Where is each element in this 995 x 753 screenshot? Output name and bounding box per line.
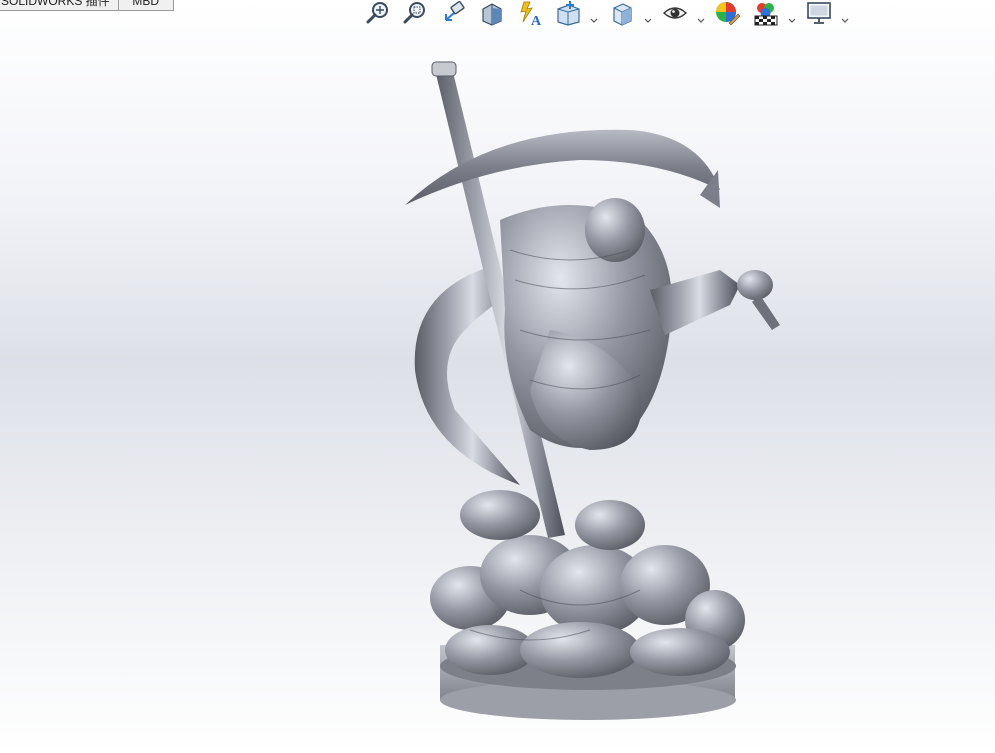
chevron-down-icon (644, 18, 652, 23)
previous-view-icon (445, 0, 465, 21)
chevron-down-icon (841, 18, 849, 23)
previous-view-button[interactable] (441, 0, 469, 26)
section-view-button[interactable] (478, 0, 506, 26)
apply-scene-icon (754, 3, 778, 26)
figure-head (585, 198, 645, 262)
figure-fist (737, 270, 773, 300)
chevron-down-icon (697, 18, 705, 23)
tab-mbd[interactable]: MBD (117, 0, 174, 11)
display-style-dropdown[interactable] (644, 11, 652, 23)
command-manager-tabs: SOLIDWORKS 插件 MBD (0, 0, 174, 12)
view-settings-dropdown[interactable] (841, 11, 849, 23)
staff-cap (431, 61, 457, 77)
svg-text:A: A (531, 14, 542, 26)
apply-scene-button[interactable] (752, 0, 780, 26)
zoom-to-fit-icon (366, 2, 388, 24)
view-settings-button[interactable] (805, 0, 833, 26)
view-orientation-dropdown[interactable] (590, 11, 598, 23)
view-settings-icon (807, 2, 831, 24)
tab-solidworks-addins[interactable]: SOLIDWORKS 插件 (0, 0, 119, 11)
apply-scene-dropdown[interactable] (788, 11, 796, 23)
display-style-button[interactable] (608, 0, 636, 26)
view-orientation-button[interactable] (554, 0, 582, 26)
hide-show-items-button[interactable] (661, 0, 689, 26)
display-style-icon (613, 3, 632, 26)
edit-appearance-button[interactable] (713, 0, 741, 26)
heads-up-view-toolbar: A (364, 0, 854, 28)
statue-model[interactable] (380, 30, 800, 750)
view-orientation-icon (557, 1, 580, 26)
edit-appearance-icon (716, 2, 740, 26)
hide-show-items-dropdown[interactable] (697, 11, 705, 23)
zoom-to-area-icon (403, 2, 425, 24)
dynamic-annotation-views-button[interactable]: A (517, 0, 545, 26)
zoom-to-area-button[interactable] (401, 0, 429, 26)
chevron-down-icon (788, 18, 796, 23)
cloud-pedestal (430, 490, 745, 678)
section-view-icon (482, 3, 502, 26)
zoom-to-fit-button[interactable] (364, 0, 392, 26)
chevron-down-icon (590, 18, 598, 23)
hide-show-items-icon (662, 7, 688, 19)
dynamic-annotation-views-icon: A (520, 1, 542, 26)
